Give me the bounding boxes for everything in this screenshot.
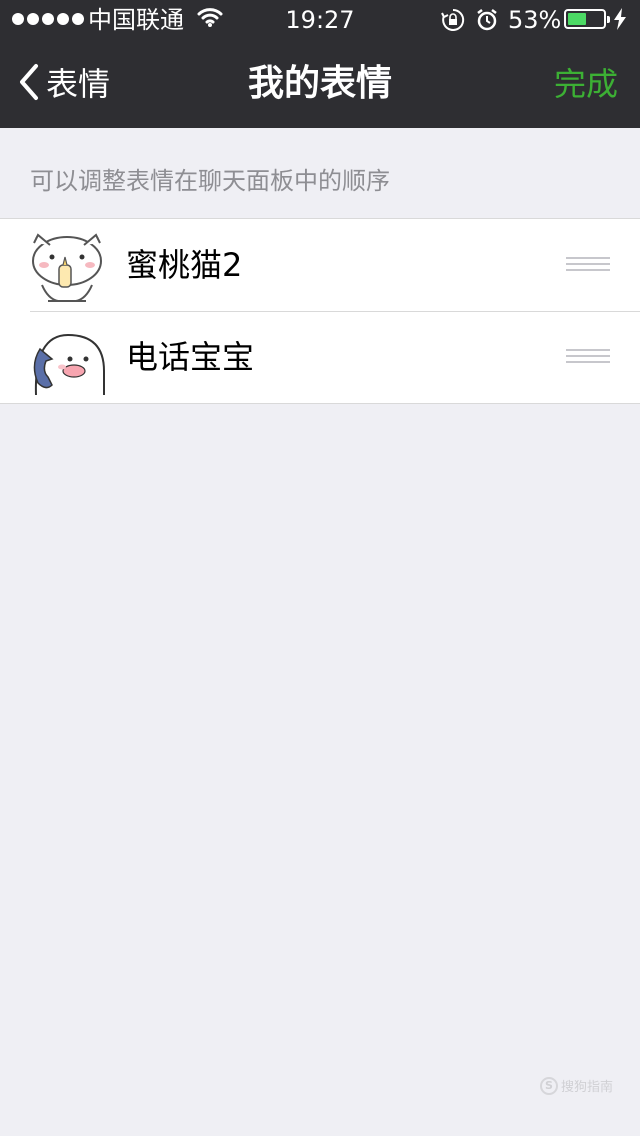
reorder-hint: 可以调整表情在聊天面板中的顺序 <box>30 167 390 195</box>
list-item[interactable]: 电话宝宝 <box>0 311 640 403</box>
page-title: 我的表情 <box>247 63 392 104</box>
battery-level-fill <box>568 13 586 25</box>
drag-handle-icon[interactable] <box>566 349 610 365</box>
peach-cat-sticker-icon <box>28 229 106 303</box>
drag-handle-icon[interactable] <box>566 257 610 273</box>
status-bar: 中国联通 19:27 53% <box>0 0 640 40</box>
charging-bolt-icon <box>613 8 627 36</box>
done-button[interactable]: 完成 <box>554 62 618 106</box>
battery-percent: 53% <box>508 6 562 34</box>
list-item[interactable]: 蜜桃猫2 <box>0 219 640 311</box>
sticker-pack-name: 蜜桃猫2 <box>126 246 243 284</box>
sogou-logo-icon: S <box>540 1076 558 1095</box>
watermark-text: 搜狗指南 <box>561 1080 614 1095</box>
top-bar: 中国联通 19:27 53% 表情 我的表情 完成 <box>0 0 640 128</box>
sticker-pack-list: 蜜桃猫2 电话宝宝 <box>0 218 640 404</box>
watermark: S 搜狗指南 <box>540 1076 613 1095</box>
alarm-icon <box>475 7 499 39</box>
nav-bar: 表情 我的表情 完成 <box>0 40 640 128</box>
sticker-pack-name: 电话宝宝 <box>126 338 255 376</box>
rotation-lock-icon <box>440 7 466 39</box>
battery-icon <box>564 9 610 29</box>
phone-baby-sticker-icon <box>28 321 106 396</box>
